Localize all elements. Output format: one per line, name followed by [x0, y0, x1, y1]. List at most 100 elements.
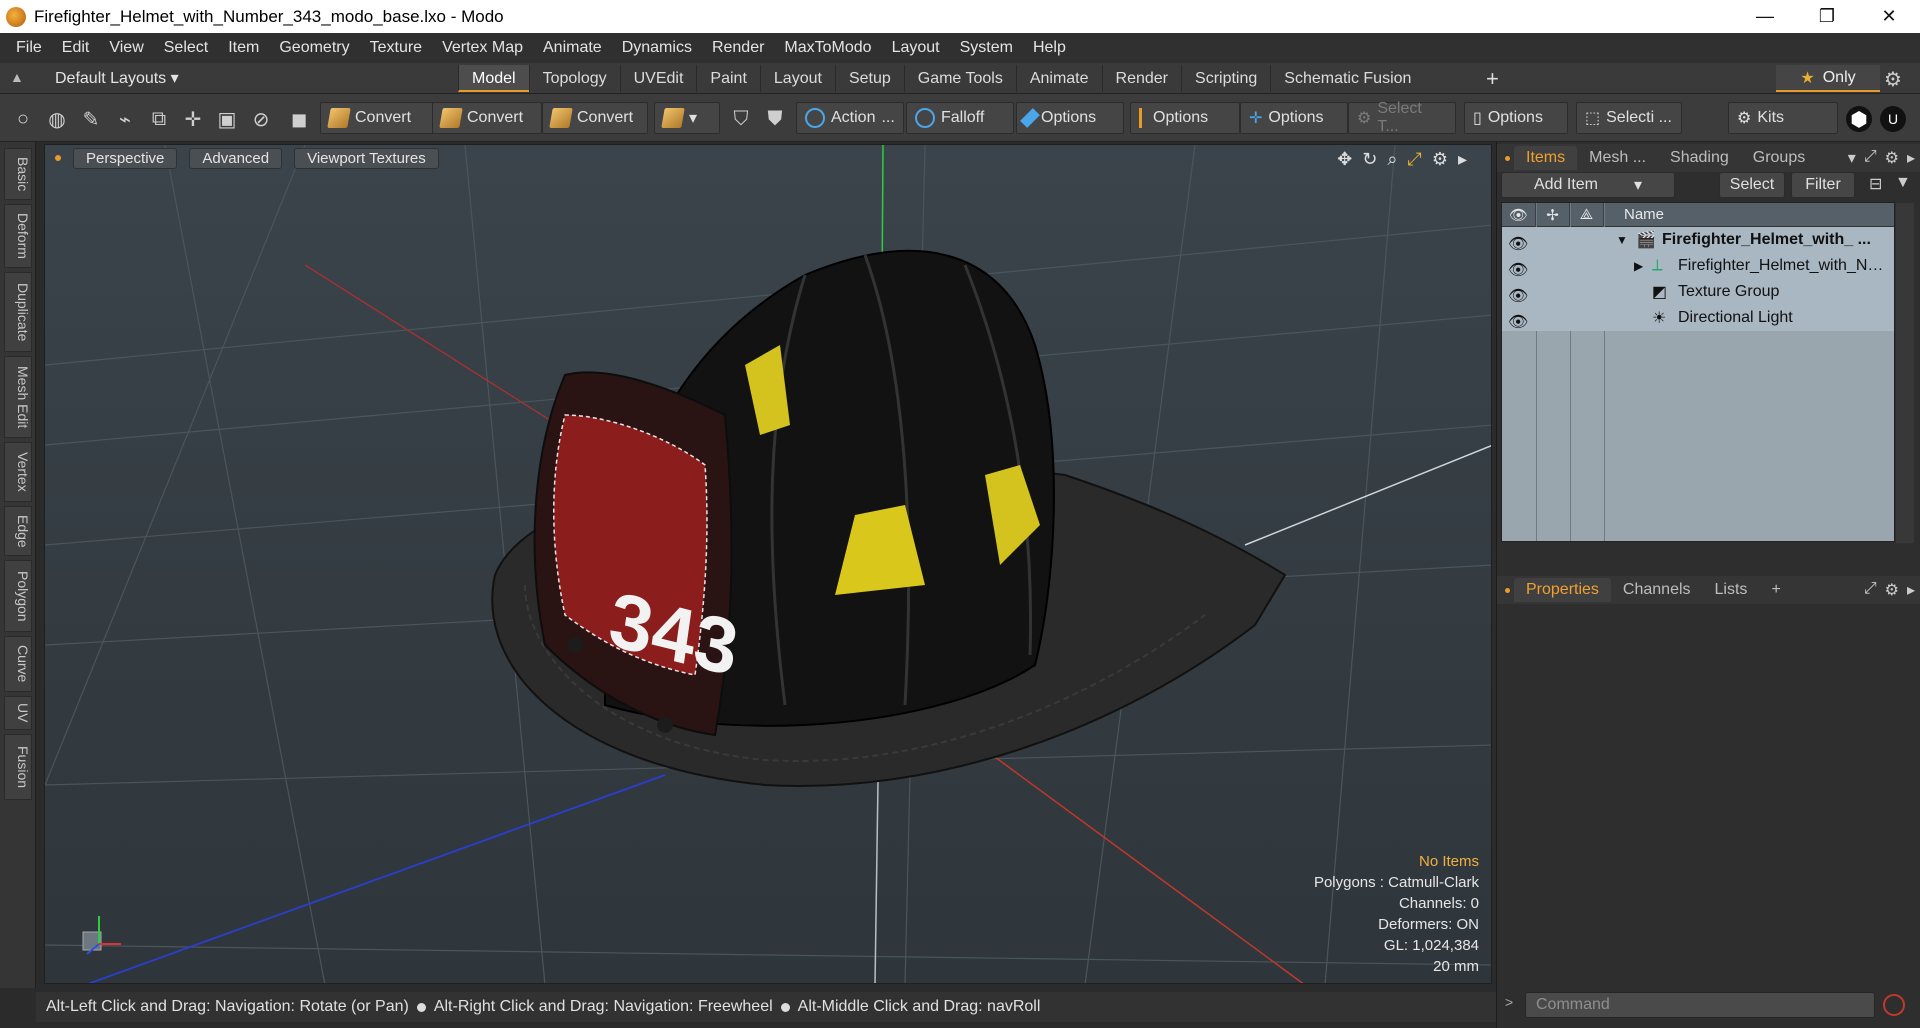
vtab-basic[interactable]: Basic [4, 148, 32, 200]
options-button-3[interactable]: ✛ Options [1240, 102, 1348, 134]
render-column-icon[interactable]: ⟁ [1570, 202, 1604, 227]
menu-system[interactable]: System [950, 33, 1023, 63]
vtab-deform[interactable]: Deform [4, 204, 32, 268]
kits-button[interactable]: ⚙ Kits [1728, 102, 1838, 134]
visibility-eye-icon[interactable]: 👁 [1508, 260, 1528, 279]
options-button-2[interactable]: Options [1130, 102, 1240, 134]
action-button[interactable]: Action ... [796, 102, 904, 134]
3d-viewport[interactable]: 343 Perspective Advanced Viewport Textur… [44, 144, 1492, 984]
tab-game-tools[interactable]: Game Tools [903, 65, 1016, 92]
menu-help[interactable]: Help [1023, 33, 1076, 63]
menu-render[interactable]: Render [702, 33, 774, 63]
tab-setup[interactable]: Setup [834, 65, 904, 92]
panel-arrow-icon[interactable]: ▸ [1907, 148, 1915, 168]
zoom-icon[interactable]: ⌕ [1387, 149, 1397, 170]
vtab-curve[interactable]: Curve [4, 636, 32, 692]
maximize-icon[interactable]: ⤢ [1407, 149, 1421, 170]
vtab-vertex[interactable]: Vertex [4, 442, 32, 502]
command-input[interactable]: Command [1525, 992, 1875, 1018]
minimize-button[interactable]: — [1734, 0, 1796, 33]
pan-icon[interactable]: ✥ [1337, 149, 1352, 170]
layout-collapse-icon[interactable]: ▲ [10, 69, 24, 85]
menu-layout[interactable]: Layout [882, 33, 950, 63]
command-history-icon[interactable] [1883, 994, 1905, 1016]
expand-arrow-icon[interactable]: ▸ [1458, 149, 1467, 170]
tree-row-mesh[interactable]: 👁 ▶ ⟂ Firefighter_Helmet_with_Nu ... [1502, 253, 1894, 279]
name-column-header[interactable]: Name [1604, 206, 1664, 223]
selection-button[interactable]: ⬚ Selecti ... [1576, 102, 1682, 134]
select-button[interactable]: Select [1719, 172, 1785, 198]
vtab-uv[interactable]: UV [4, 696, 32, 730]
cube-dropdown-button[interactable]: ▾ [654, 102, 720, 134]
only-toggle-button[interactable]: ★ Only [1776, 65, 1880, 92]
cube-icon[interactable]: ◼ [286, 106, 312, 132]
menu-item[interactable]: Item [218, 33, 269, 63]
tab-animate[interactable]: Animate [1015, 65, 1102, 92]
convert-button-1[interactable]: Convert [320, 102, 434, 134]
tab-model[interactable]: Model [458, 65, 529, 92]
items-scrollbar[interactable] [1896, 203, 1914, 543]
vtab-duplicate[interactable]: Duplicate [4, 272, 32, 352]
brush-icon[interactable]: ⌁ [112, 106, 138, 132]
close-button[interactable]: ✕ [1858, 0, 1920, 33]
menu-view[interactable]: View [99, 33, 153, 63]
box-select-icon[interactable]: ▣ [214, 106, 240, 132]
gear-icon[interactable]: ⚙ [1884, 67, 1902, 92]
menu-animate[interactable]: Animate [533, 33, 612, 63]
vtab-mesh-edit[interactable]: Mesh Edit [4, 356, 32, 438]
options-button-4[interactable]: ▯ Options [1464, 102, 1568, 134]
add-tab-button[interactable]: + [1486, 66, 1499, 92]
vtab-polygon[interactable]: Polygon [4, 560, 32, 632]
move-grid-icon[interactable]: ✛ [180, 106, 206, 132]
tab-schematic-fusion[interactable]: Schematic Fusion [1270, 65, 1424, 92]
viewport-textures-dropdown[interactable]: Viewport Textures [294, 147, 439, 169]
tab-mesh[interactable]: Mesh ... [1577, 146, 1658, 170]
menu-texture[interactable]: Texture [360, 33, 432, 63]
select-tool-button[interactable]: ⚙ Select T... [1348, 100, 1456, 135]
transform-icon[interactable]: ⧉ [146, 106, 172, 132]
menu-edit[interactable]: Edit [52, 33, 100, 63]
visibility-eye-icon[interactable]: 👁 [1508, 234, 1528, 253]
list-options-icon[interactable]: ⊟ [1869, 174, 1882, 194]
menu-select[interactable]: Select [154, 33, 218, 63]
funnel-icon[interactable]: ▼ [1895, 174, 1911, 192]
add-item-button[interactable]: Add Item ▾ [1501, 172, 1675, 198]
default-layouts-dropdown[interactable]: Default Layouts ▾ [55, 68, 179, 88]
convert-button-3[interactable]: Convert [542, 102, 648, 134]
collapse-arrow-icon[interactable]: ▼ [1616, 233, 1628, 247]
advanced-dropdown[interactable]: Advanced [189, 147, 283, 169]
circle-slash-icon[interactable]: ⊘ [248, 106, 274, 132]
restore-button[interactable]: ❐ [1796, 0, 1858, 33]
filter-button[interactable]: Filter [1791, 172, 1855, 198]
tab-topology[interactable]: Topology [528, 65, 620, 92]
visibility-eye-icon[interactable]: 👁 [1508, 286, 1528, 305]
panel-gear-icon[interactable]: ⚙ [1885, 148, 1899, 168]
tab-items[interactable]: Items [1514, 146, 1578, 170]
unity-icon[interactable]: ⬢ [1846, 106, 1872, 132]
menu-geometry[interactable]: Geometry [269, 33, 359, 63]
tree-row-scene[interactable]: 👁 ▼ 🎬 Firefighter_Helmet_with_ ... [1502, 227, 1894, 253]
tabs-dropdown-icon[interactable]: ▾ [1848, 148, 1856, 168]
tab-channels[interactable]: Channels [1611, 578, 1703, 602]
falloff-button[interactable]: Falloff [906, 102, 1014, 134]
select-circle-icon[interactable]: ○ [10, 106, 36, 132]
tab-lists[interactable]: Lists [1703, 578, 1760, 602]
globe-icon[interactable]: ◍ [44, 106, 70, 132]
shield-icon[interactable]: ⛉ [728, 106, 754, 132]
options-button-1[interactable]: Options [1016, 102, 1124, 134]
visibility-eye-icon[interactable]: 👁 [1508, 312, 1528, 331]
tab-layout[interactable]: Layout [759, 65, 835, 92]
add-panel-tab-button[interactable]: + [1759, 578, 1792, 602]
menu-vertex-map[interactable]: Vertex Map [432, 33, 533, 63]
tab-render[interactable]: Render [1101, 65, 1181, 92]
tab-shading[interactable]: Shading [1658, 146, 1741, 170]
menu-dynamics[interactable]: Dynamics [612, 33, 702, 63]
expand-panel-icon[interactable]: ⤢ [1864, 580, 1877, 600]
viewport-gear-icon[interactable]: ⚙ [1432, 149, 1448, 170]
tab-properties[interactable]: Properties [1514, 578, 1611, 602]
perspective-dropdown[interactable]: Perspective [73, 147, 178, 169]
tab-groups[interactable]: Groups [1741, 146, 1817, 170]
panel-menu-dot[interactable] [1505, 587, 1510, 593]
unreal-icon[interactable]: U [1880, 106, 1906, 132]
tree-row-texture-group[interactable]: 👁 ◩ Texture Group [1502, 279, 1894, 305]
